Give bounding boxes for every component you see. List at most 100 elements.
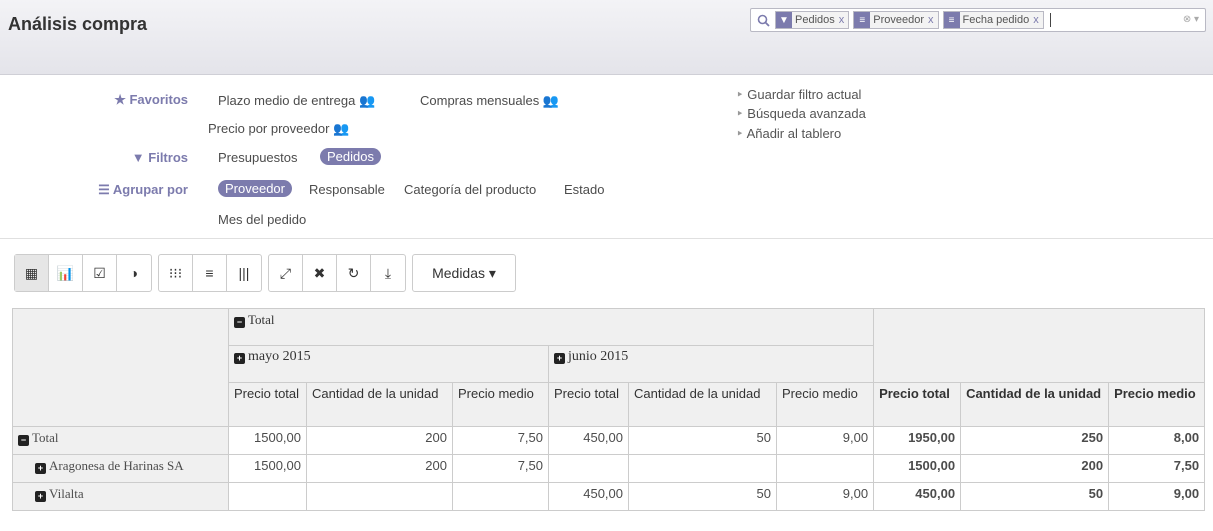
agrupar-header: ☰ Agrupar por (98, 182, 188, 197)
save-filter-option[interactable]: Guardar filtro actual (736, 87, 861, 103)
control-panel: Análisis compra ▼ Pedidos x ≡ Proveedor … (0, 0, 1213, 75)
table-row: − Total 1500,00 200 7,50 450,00 50 9,00 1… (12, 426, 1206, 455)
cell (228, 482, 307, 511)
col-header-group[interactable]: + mayo 2015 (228, 345, 549, 383)
groupby-item[interactable]: Mes del pedido (218, 212, 306, 227)
row-header[interactable]: + Vilalta (12, 482, 229, 511)
download-icon[interactable]: ⤓ (371, 255, 405, 291)
col-header-total[interactable]: − Total (227, 308, 875, 346)
cell (548, 454, 629, 483)
cell: 1500,00 (228, 426, 307, 455)
groupby-item[interactable]: Categoría del producto (404, 182, 536, 197)
group-icon: ≡ (943, 12, 960, 28)
cell: 7,50 (452, 454, 549, 483)
search-box[interactable]: ▼ Pedidos x ≡ Proveedor x ≡ Fecha pedido… (750, 8, 1206, 32)
cell: 50 (628, 482, 777, 511)
advanced-search-option[interactable]: Búsqueda avanzada (736, 106, 866, 122)
search-options-panel: ★ Favoritos Plazo medio de entrega 👥 Com… (0, 86, 1213, 236)
check-icon[interactable]: ☑ (83, 255, 117, 291)
measure-header[interactable]: Precio total (873, 382, 962, 427)
layout-group: ⁝⁝⁝ ≡ ||| (158, 254, 262, 292)
cell (452, 482, 549, 511)
cell: 450,00 (548, 426, 629, 455)
cell: 7,50 (1108, 454, 1206, 483)
facet-label: Proveedor (873, 14, 925, 26)
collapse-icon: − (18, 435, 29, 446)
table-row: + Vilalta 450,00 50 9,00 450,00 50 9,00 (12, 482, 1206, 511)
rows-icon[interactable]: ≡ (193, 255, 227, 291)
favorite-item[interactable]: Precio por proveedor 👥 (208, 121, 349, 137)
collapse-icon[interactable]: ✖ (303, 255, 337, 291)
clear-and-dropdown-icon[interactable]: ⊗ ▾ (1183, 14, 1199, 25)
cell (628, 454, 777, 483)
grid-icon[interactable]: ⁝⁝⁝ (159, 255, 193, 291)
measure-header[interactable]: Cantidad de la unidad (306, 382, 453, 427)
cell: 9,00 (775, 482, 875, 511)
expand-icon[interactable]: ⤢ (269, 255, 303, 291)
shared-users-icon: 👥 (542, 93, 560, 108)
table-row: + Aragonesa de Harinas SA 1500,00 200 7,5… (12, 454, 1206, 483)
search-icon[interactable] (755, 12, 771, 28)
groupby-item-active[interactable]: Proveedor (218, 180, 292, 197)
cell: 50 (960, 482, 1110, 511)
total-header-blank (873, 308, 1206, 383)
expand-icon: + (234, 353, 245, 364)
cell: 450,00 (873, 482, 962, 511)
columns-icon[interactable]: ||| (227, 255, 261, 291)
facet-proveedor[interactable]: ≡ Proveedor x (853, 11, 939, 29)
pie-chart-icon[interactable]: ◑ (117, 255, 151, 291)
measure-header[interactable]: Cantidad de la unidad (960, 382, 1110, 427)
measure-header[interactable]: Precio medio (452, 382, 549, 427)
facet-fecha-pedido[interactable]: ≡ Fecha pedido x (942, 11, 1044, 29)
row-header-total[interactable]: − Total (12, 426, 229, 455)
shared-users-icon: 👥 (333, 121, 350, 136)
cell (306, 482, 453, 511)
expand-icon: + (35, 491, 46, 502)
facet-remove-button[interactable]: x (1033, 14, 1039, 26)
actions-group: ⤢ ✖ ↻ ⤓ (268, 254, 406, 292)
cell (775, 454, 875, 483)
facet-label: Pedidos (795, 14, 835, 26)
filter-item-active[interactable]: Pedidos (320, 148, 381, 165)
group-icon: ≡ (854, 12, 871, 28)
facet-pedidos[interactable]: ▼ Pedidos x (775, 11, 850, 29)
database-icon: ☰ (98, 182, 113, 197)
groupby-item[interactable]: Estado (564, 182, 604, 197)
facet-label: Fecha pedido (962, 14, 1030, 26)
favorite-item[interactable]: Plazo medio de entrega 👥 (218, 93, 375, 109)
star-icon: ★ (114, 92, 130, 107)
cell: 8,00 (1108, 426, 1206, 455)
measure-header[interactable]: Precio medio (1108, 382, 1206, 427)
measure-header[interactable]: Precio total (228, 382, 307, 427)
filter-item[interactable]: Presupuestos (218, 150, 298, 165)
cell: 9,00 (775, 426, 875, 455)
collapse-icon: − (234, 317, 245, 328)
favorite-item[interactable]: Compras mensuales 👥 (420, 93, 559, 109)
view-mode-group: ▦ 📊 ☑ ◑ (14, 254, 152, 292)
filter-icon: ▼ (131, 150, 149, 165)
cell: 1500,00 (228, 454, 307, 483)
pivot-table: − Total + mayo 2015 + junio 2015 Precio tot… (12, 308, 1206, 511)
add-to-dashboard-option[interactable]: Añadir al tablero (736, 126, 842, 142)
measures-dropdown[interactable]: Medidas ▾ (412, 254, 516, 292)
measure-header[interactable]: Precio total (548, 382, 629, 427)
cell: 1950,00 (873, 426, 962, 455)
filtros-header: ▼ Filtros (131, 150, 188, 165)
pivot-table-icon[interactable]: ▦ (15, 255, 49, 291)
measure-header[interactable]: Precio medio (775, 382, 875, 427)
groupby-item[interactable]: Responsable (309, 182, 385, 197)
bar-chart-icon[interactable]: 📊 (49, 255, 83, 291)
refresh-icon[interactable]: ↻ (337, 255, 371, 291)
cell: 200 (306, 426, 453, 455)
facet-remove-button[interactable]: x (928, 14, 934, 26)
col-header-group[interactable]: + junio 2015 (547, 345, 875, 383)
expand-icon: + (35, 463, 46, 474)
cell: 450,00 (548, 482, 629, 511)
cell: 200 (960, 454, 1110, 483)
measure-header[interactable]: Cantidad de la unidad (628, 382, 777, 427)
search-input[interactable] (1049, 13, 1051, 27)
divider (0, 238, 1213, 239)
row-header[interactable]: + Aragonesa de Harinas SA (12, 454, 229, 483)
page-title: Análisis compra (8, 14, 148, 34)
facet-remove-button[interactable]: x (839, 14, 845, 26)
